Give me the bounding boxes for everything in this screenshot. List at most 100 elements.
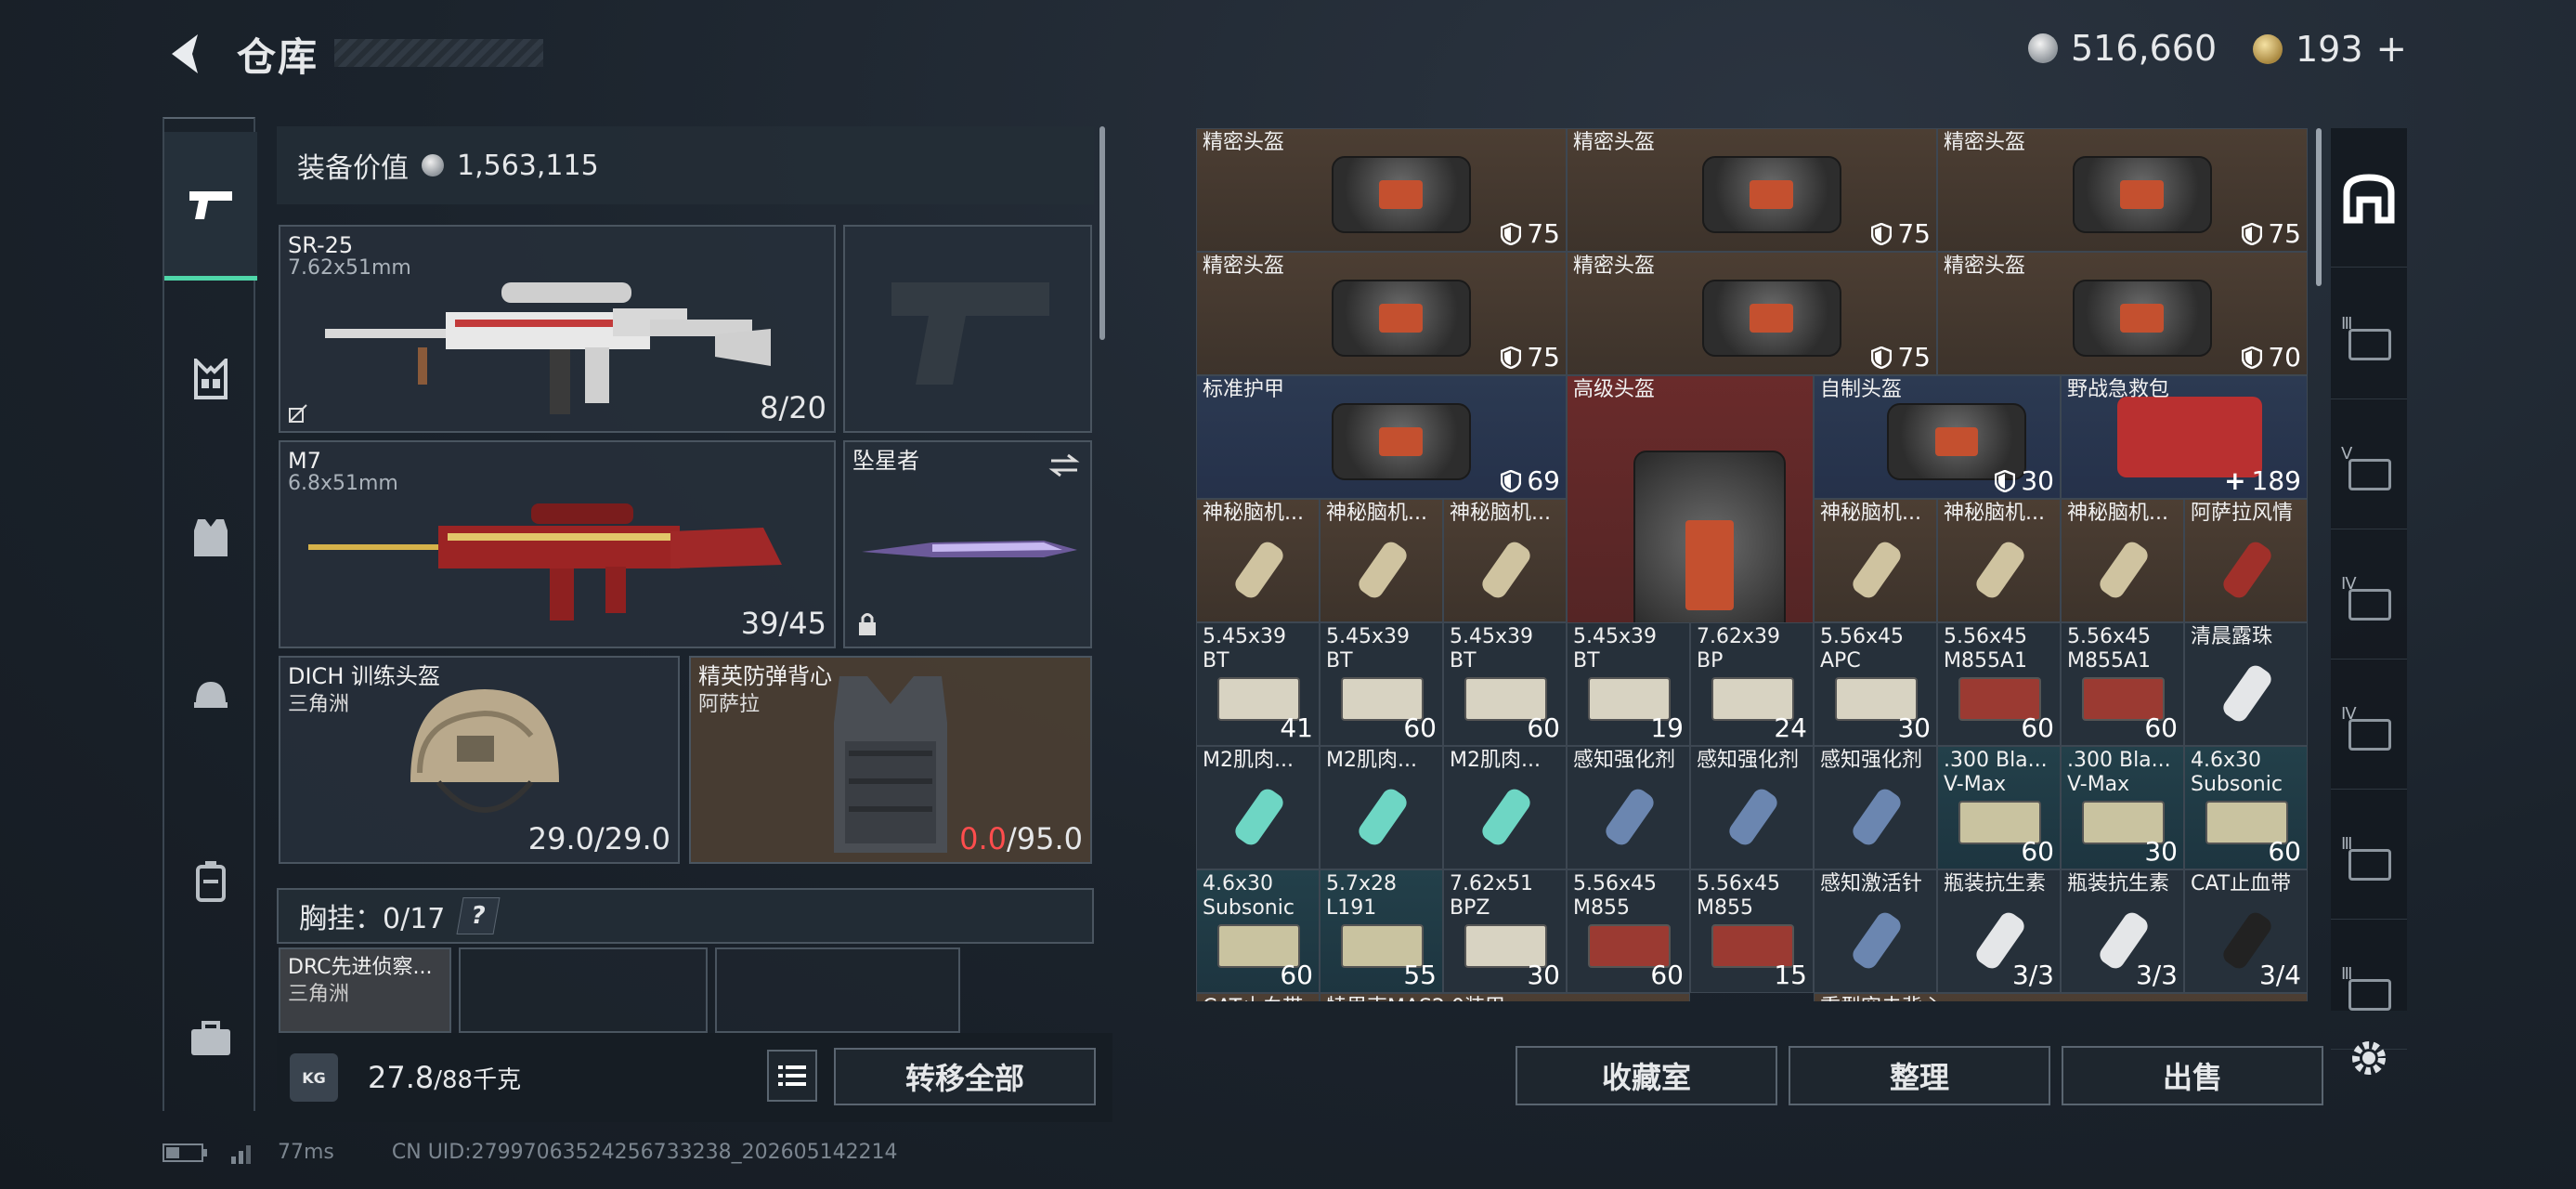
storage-item[interactable]: 神秘脑机... (1814, 499, 1937, 622)
item-value-text: 24 (1774, 712, 1807, 743)
signal-icon (231, 1144, 251, 1164)
storage-item[interactable]: 感知强化剂 (1690, 746, 1814, 869)
storage-page-tab[interactable]: Ⅳ (2331, 539, 2407, 660)
transfer-all-button[interactable]: 转移全部 (834, 1048, 1096, 1105)
storage-page-tab[interactable]: Ⅴ (2331, 409, 2407, 529)
item-subname: L191 (1326, 896, 1377, 920)
item-value-text: 189 (2251, 465, 2301, 496)
sr25-rifle-image (325, 282, 771, 414)
item-image (1331, 156, 1471, 233)
organize-button[interactable]: 整理 (1789, 1046, 2050, 1105)
storage-item[interactable]: 神秘脑机... (1443, 499, 1567, 622)
storage-item[interactable]: 神秘脑机... (1937, 499, 2061, 622)
storage-item[interactable]: CAT止血带 (1196, 993, 1320, 1001)
storage-item[interactable]: 5.56x45 M855A1 60 (2061, 622, 2184, 746)
storage-item[interactable]: 精密头盔 75 (1567, 252, 1937, 375)
storage-home-tab[interactable] (2331, 128, 2407, 268)
nav-case[interactable] (164, 992, 257, 1085)
help-button[interactable]: ? (456, 897, 501, 934)
storage-item[interactable]: 神秘脑机... (1320, 499, 1443, 622)
item-value-text: 55 (1403, 960, 1437, 990)
back-button[interactable] (163, 28, 207, 80)
storage-item[interactable]: 5.56x45 M855 15 (1690, 869, 1814, 993)
storage-item[interactable]: 7.62x51 BPZ 30 (1443, 869, 1567, 993)
storage-item[interactable]: 野战急救包 +189 (2061, 375, 2308, 499)
gold-currency[interactable]: 193 + (2253, 28, 2407, 71)
nav-backpack[interactable] (164, 834, 257, 927)
chest-empty-slot[interactable] (459, 947, 708, 1033)
storage-item[interactable]: CAT止血带 3/4 (2184, 869, 2308, 993)
storage-item[interactable]: .300 Bla... V-Max 60 (1937, 746, 2061, 869)
storage-item[interactable]: M2肌肉... (1196, 746, 1320, 869)
storage-item[interactable]: 感知强化剂 (1567, 746, 1690, 869)
storage-scrollbar[interactable] (2316, 128, 2322, 286)
sell-button[interactable]: 出售 (2062, 1046, 2323, 1105)
storage-item[interactable]: 5.7x28 L191 55 (1320, 869, 1443, 993)
list-view-button[interactable] (767, 1050, 817, 1102)
storage-item[interactable]: 5.45x39 BT 60 (1443, 622, 1567, 746)
storage-item[interactable]: 7.62x39 BP 24 (1690, 622, 1814, 746)
storage-item[interactable]: 阿萨拉风情 (2184, 499, 2308, 622)
swap-icon[interactable] (1047, 451, 1081, 479)
storage-item[interactable]: 5.45x39 BT 41 (1196, 622, 1320, 746)
item-name: 野战急救包 (2067, 378, 2170, 401)
item-subname: M855A1 (2067, 649, 2152, 673)
item-name: 感知强化剂 (1697, 749, 1800, 772)
storage-item[interactable]: 5.56x45 M855A1 60 (1937, 622, 2061, 746)
item-image (1354, 538, 1411, 602)
primary-weapon-slot[interactable]: SR-25 7.62x51mm 8/20 (279, 225, 836, 433)
storage-item[interactable]: 特里克MAS2.0装甲三角洲 (1320, 993, 1690, 1001)
storage-item[interactable]: 5.45x39 BT 19 (1567, 622, 1690, 746)
storage-item[interactable]: .300 Bla... V-Max 30 (2061, 746, 2184, 869)
nav-helmet[interactable] (164, 648, 257, 741)
chest-empty-slot[interactable] (715, 947, 960, 1033)
collection-button[interactable]: 收藏室 (1516, 1046, 1777, 1105)
storage-item[interactable]: 精密头盔 75 (1196, 252, 1567, 375)
storage-item[interactable]: 5.56x45 APC 30 (1814, 622, 1937, 746)
helmet-slot[interactable]: DICH 训练头盔 三角洲 29.0/29.0 (279, 656, 680, 864)
storage-item[interactable]: 精密头盔 70 (1937, 252, 2308, 375)
storage-item[interactable]: 感知强化剂 (1814, 746, 1937, 869)
storage-item[interactable]: 5.45x39 BT 60 (1320, 622, 1443, 746)
nav-armor[interactable] (164, 490, 257, 583)
storage-item[interactable]: 精密头盔 75 (1937, 128, 2308, 252)
item-name: 5.56x45 (1697, 872, 1780, 895)
settings-button[interactable] (2340, 1029, 2398, 1087)
storage-item[interactable]: 标准护甲 69 (1196, 375, 1567, 499)
add-gold-icon[interactable]: + (2376, 28, 2408, 71)
storage-item[interactable]: 神秘脑机... (1196, 499, 1320, 622)
storage-item[interactable]: 瓶装抗生素 3/3 (1937, 869, 2061, 993)
storage-item[interactable]: M2肌肉... (1443, 746, 1567, 869)
nav-weapons[interactable] (164, 132, 257, 281)
nav-chest-rig[interactable] (164, 333, 257, 425)
melee-slot[interactable]: 坠星者 (843, 440, 1092, 648)
storage-item[interactable]: 精密头盔 75 (1567, 128, 1937, 252)
equipment-scrollbar[interactable] (1099, 126, 1105, 340)
chest-item-slot[interactable]: DRC先进侦察... 三角洲 (279, 947, 451, 1033)
storage-item[interactable]: 4.6x30 Subsonic 60 (1196, 869, 1320, 993)
storage-item[interactable]: 感知激活针 (1814, 869, 1937, 993)
chest-rig-label: 胸挂：0/17 (299, 903, 446, 935)
item-value-text: 60 (2268, 836, 2301, 867)
storage-item[interactable]: 自制头盔 30 (1814, 375, 2061, 499)
storage-item[interactable]: 神秘脑机... (2061, 499, 2184, 622)
storage-page-tab[interactable]: Ⅲ (2331, 279, 2407, 399)
armor-map: 阿萨拉 (698, 693, 761, 716)
armor-slot[interactable]: 精英防弹背心 阿萨拉 0.0/95.0 (689, 656, 1092, 864)
item-image (1331, 280, 1471, 357)
pistol-silhouette-icon (891, 282, 1049, 385)
storage-item[interactable]: 精密头盔 75 (1196, 128, 1567, 252)
storage-item[interactable]: M2肌肉... (1320, 746, 1443, 869)
item-value: 60 (2144, 712, 2178, 743)
pistol-slot[interactable] (843, 225, 1092, 433)
storage-item[interactable]: 5.56x45 M855 60 (1567, 869, 1690, 993)
secondary-weapon-slot[interactable]: M7 6.8x51mm 39/45 (279, 440, 836, 648)
item-name: 精密头盔 (1203, 131, 1285, 154)
storage-item[interactable]: 4.6x30 Subsonic 60 (2184, 746, 2308, 869)
item-name: 7.62x39 (1697, 625, 1780, 648)
storage-item[interactable]: 重型突击背心金沙力量 (1814, 993, 2308, 1001)
storage-page-tab[interactable]: Ⅲ (2331, 799, 2407, 920)
storage-page-tab[interactable]: Ⅳ (2331, 669, 2407, 790)
storage-item[interactable]: 瓶装抗生素 3/3 (2061, 869, 2184, 993)
storage-item[interactable]: 清晨露珠 (2184, 622, 2308, 746)
